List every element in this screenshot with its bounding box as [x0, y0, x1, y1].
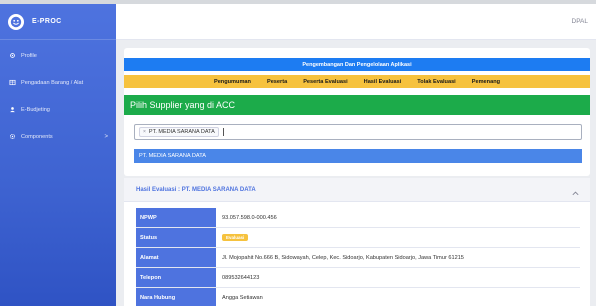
chip-label: PT. MEDIA SARANA DATA — [148, 129, 215, 135]
status-badge: Evaluasi — [222, 234, 249, 241]
sidebar-item-profile[interactable]: Profile — [0, 42, 116, 69]
row-label: NPWP — [136, 208, 216, 227]
menu-peserta[interactable]: Peserta — [267, 79, 287, 85]
result-card: Hasil Evaluasi : PT. MEDIA SARANA DATA N… — [124, 178, 590, 306]
sidebar-item-label: Pengadaan Barang / Alat — [21, 79, 84, 86]
selected-supplier-chip: × PT. MEDIA SARANA DATA — [139, 127, 219, 137]
row-label: Alamat — [136, 248, 216, 267]
row-label: Status — [136, 228, 216, 247]
smile-logo-icon — [8, 13, 24, 30]
chevron-right-icon: > — [104, 133, 108, 140]
result-header[interactable]: Hasil Evaluasi : PT. MEDIA SARANA DATA — [124, 178, 590, 202]
menu-tolak-evaluasi[interactable]: Tolak Evaluasi — [417, 79, 455, 85]
row-value: Jl. Mojopahit No.666 B, Sidowayah, Celep… — [222, 254, 464, 261]
result-title: Hasil Evaluasi : PT. MEDIA SARANA DATA — [136, 186, 256, 193]
row-value: Evaluasi — [216, 228, 580, 247]
remove-chip-icon[interactable]: × — [143, 129, 146, 135]
sidebar: E-PROC Profile Pengadaan Barang / Alat E… — [0, 4, 116, 306]
sidebar-item-components[interactable]: Components > — [0, 123, 116, 150]
gear-icon — [8, 52, 16, 60]
header-card: Pengembangan Dan Pengelolaan Aplikasi Pe… — [124, 48, 590, 176]
menu-pemenang[interactable]: Pemenang — [472, 79, 500, 85]
row-label: Telepon — [136, 268, 216, 287]
main-content: Pengembangan Dan Pengelolaan Aplikasi Pe… — [116, 40, 596, 306]
row-label: Nara Hubung — [136, 288, 216, 306]
sidebar-item-label: Profile — [21, 52, 37, 59]
menu-hasil-evaluasi[interactable]: Hasil Evaluasi — [364, 79, 402, 85]
text-cursor — [222, 128, 224, 136]
app-window: E-PROC Profile Pengadaan Barang / Alat E… — [0, 0, 596, 306]
cog-icon — [8, 133, 16, 141]
table-icon — [8, 79, 16, 87]
supplier-select[interactable]: × PT. MEDIA SARANA DATA — [134, 124, 582, 140]
row-value: 93.057.598.0-000.456 — [222, 214, 277, 221]
page-title: Pengembangan Dan Pengelolaan Aplikasi — [124, 58, 590, 71]
user-menu[interactable]: DPAL — [572, 18, 589, 25]
sidebar-item-label: E-Budjeting — [21, 106, 50, 113]
sidebar-item-pengadaan[interactable]: Pengadaan Barang / Alat — [0, 69, 116, 96]
sidebar-item-ebudjeting[interactable]: E-Budjeting — [0, 96, 116, 123]
row-value: 089532644123 — [222, 274, 260, 281]
result-table: NPWP 93.057.598.0-000.456 Status Evaluas… — [136, 208, 580, 306]
brand[interactable]: E-PROC — [0, 4, 116, 40]
table-row: Status Evaluasi — [136, 228, 580, 248]
menu-pengumuman[interactable]: Pengumuman — [214, 79, 251, 85]
menu-peserta-evaluasi[interactable]: Peserta Evaluasi — [303, 79, 347, 85]
supplier-select-heading: Pilih Supplier yang di ACC — [124, 95, 590, 115]
table-row: Nara Hubung Angga Setiawan — [136, 288, 580, 306]
user-icon — [8, 106, 16, 114]
table-row: Telepon 089532644123 — [136, 268, 580, 288]
row-value: Angga Setiawan — [222, 294, 263, 301]
sidebar-nav: Profile Pengadaan Barang / Alat E-Budjet… — [0, 40, 116, 150]
table-row: Alamat Jl. Mojopahit No.666 B, Sidowayah… — [136, 248, 580, 268]
table-row: NPWP 93.057.598.0-000.456 — [136, 208, 580, 228]
topbar: DPAL — [116, 4, 596, 40]
chevron-up-icon[interactable] — [571, 185, 580, 203]
sidebar-item-label: Components — [21, 133, 53, 140]
brand-name: E-PROC — [32, 18, 62, 25]
evaluation-menu: Pengumuman Peserta Peserta Evaluasi Hasi… — [124, 75, 590, 88]
supplier-option[interactable]: PT. MEDIA SARANA DATA — [134, 149, 582, 163]
